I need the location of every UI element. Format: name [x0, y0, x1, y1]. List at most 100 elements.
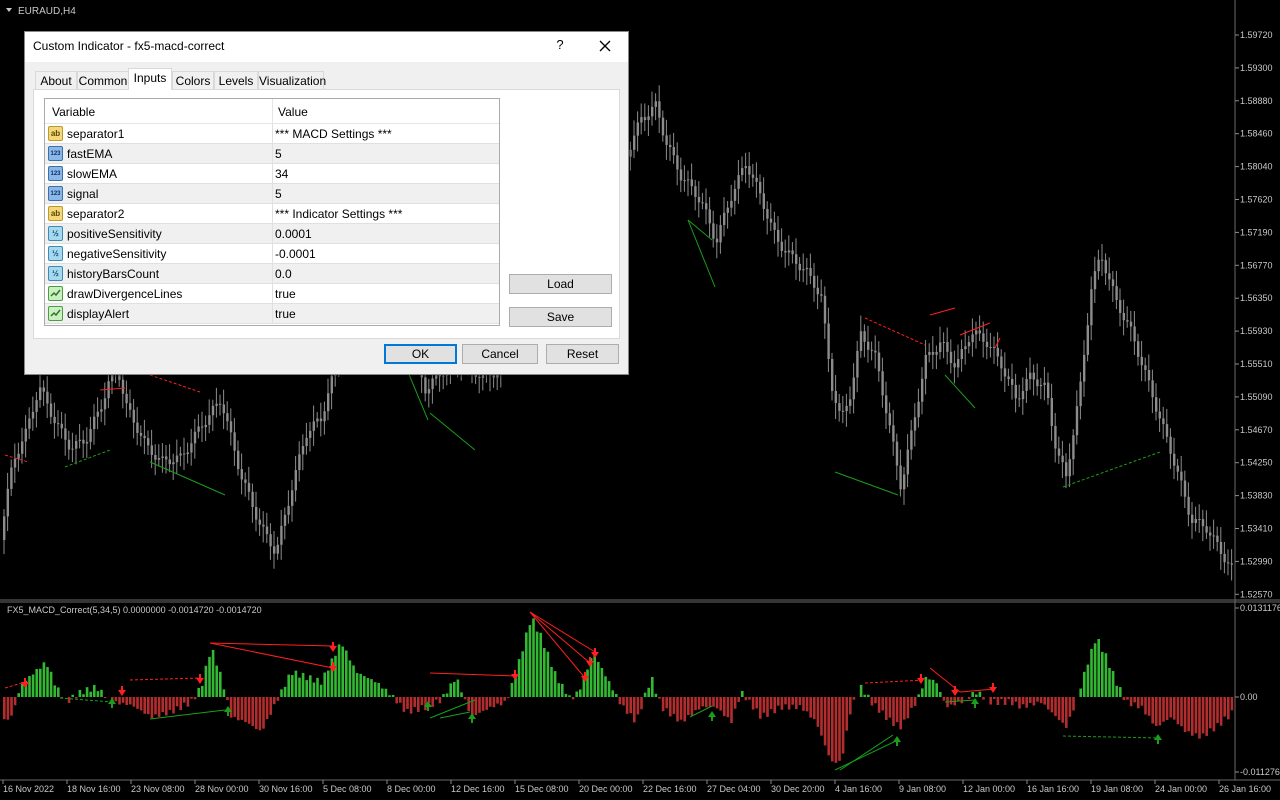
time-tick-label: 23 Nov 08:00 [131, 784, 185, 794]
tab-levels[interactable]: Levels [214, 71, 258, 89]
candle-body [49, 403, 53, 417]
histogram-bar-negative [463, 697, 467, 700]
candle-body [1209, 532, 1212, 536]
histogram-bar-negative [190, 697, 193, 699]
tab-colors[interactable]: Colors [172, 71, 214, 89]
histogram-bar-negative [1223, 697, 1226, 717]
param-row-separator1[interactable]: ab separator1 *** MACD Settings *** [45, 124, 499, 144]
histogram-bar-negative [960, 697, 964, 704]
save-button[interactable]: Save [509, 307, 612, 327]
help-button[interactable]: ? [553, 37, 567, 55]
candle-body [197, 426, 200, 432]
sell-arrow-icon [329, 642, 337, 652]
bullish-divergence-line [439, 711, 471, 719]
histogram-bar-positive [651, 677, 654, 697]
candle-body [892, 425, 895, 442]
candle-body [93, 416, 96, 430]
tab-inputs[interactable]: Inputs [128, 68, 172, 90]
histogram-bar-positive [579, 689, 582, 697]
histogram-bar-negative [121, 697, 125, 703]
param-value[interactable]: 0.0001 [275, 227, 312, 241]
chart-menu-triangle-icon[interactable] [6, 8, 12, 12]
close-icon[interactable] [595, 36, 615, 56]
ok-button[interactable]: OK [384, 344, 457, 364]
time-axis: 16 Nov 2022 18 Nov 16:00 23 Nov 08:00 28 No… [2, 780, 1271, 794]
candle-body [1151, 380, 1154, 398]
histogram-bar-negative [841, 697, 845, 754]
candle-body [186, 452, 189, 455]
histogram-bar-positive [528, 625, 532, 697]
histogram-bar-negative [1173, 697, 1176, 720]
column-value[interactable]: Value [278, 105, 308, 119]
dialog-titlebar[interactable]: Custom Indicator - fx5-macd-correct ? [25, 32, 628, 62]
histogram-bar-negative [13, 697, 17, 706]
histogram-bar-positive [309, 675, 312, 697]
candle-body [193, 431, 197, 444]
histogram-bar-positive [31, 674, 35, 697]
bool-type-icon [48, 286, 63, 301]
column-variable[interactable]: Variable [52, 105, 95, 119]
param-value[interactable]: 5 [275, 147, 282, 161]
bool-type-icon [48, 306, 63, 321]
param-value[interactable]: 0.0 [275, 267, 292, 281]
param-name: slowEMA [67, 167, 118, 181]
param-value[interactable]: true [275, 287, 296, 301]
tab-about[interactable]: About [35, 71, 77, 89]
reset-button[interactable]: Reset [546, 344, 619, 364]
candle-body [244, 479, 247, 483]
histogram-bar-negative [730, 697, 733, 724]
candle-body [1111, 279, 1115, 287]
candle-body [795, 254, 798, 264]
param-value[interactable]: 34 [275, 167, 288, 181]
histogram-bar-negative [1129, 697, 1133, 707]
load-button[interactable]: Load [509, 274, 612, 294]
param-value[interactable]: true [275, 307, 296, 321]
param-value[interactable]: 5 [275, 187, 282, 201]
time-tick-label: 15 Dec 08:00 [515, 784, 569, 794]
cancel-button[interactable]: Cancel [462, 344, 538, 364]
param-value[interactable]: *** Indicator Settings *** [275, 207, 402, 221]
candle-body [1173, 453, 1176, 466]
param-row-negativeSensitivity[interactable]: ½ negativeSensitivity -0.0001 [45, 244, 499, 264]
histogram-bar-negative [1068, 697, 1072, 717]
column-divider[interactable] [272, 99, 273, 123]
param-value[interactable]: -0.0001 [275, 247, 316, 261]
tab-visualization[interactable]: Visualization [258, 71, 326, 89]
sell-arrow-icon [196, 674, 204, 684]
time-tick-label: 30 Dec 20:00 [771, 784, 825, 794]
candle-body [1007, 376, 1010, 379]
candle-body [492, 375, 495, 378]
tab-common[interactable]: Common [77, 71, 129, 89]
histogram-bar-negative [132, 697, 136, 707]
candle-body [1043, 382, 1046, 385]
param-row-fastEMA[interactable]: 123 fastEMA 5 [45, 144, 499, 164]
param-row-slowEMA[interactable]: 123 slowEMA 34 [45, 164, 499, 184]
histogram-bar-negative [697, 697, 701, 710]
histogram-bar-positive [319, 684, 323, 697]
candle-body [813, 275, 816, 288]
histogram-bar-negative [118, 697, 121, 705]
param-row-historyBarsCount[interactable]: ½ historyBarsCount 0.0 [45, 264, 499, 284]
histogram-bar-negative [899, 697, 902, 730]
inputs-panel: Variable Value ab separator1 *** MACD Sett… [33, 89, 620, 339]
candle-body [629, 149, 632, 157]
candle-body [1086, 325, 1089, 355]
param-row-displayAlert[interactable]: displayAlert true [45, 304, 499, 324]
candle-body [1216, 535, 1219, 543]
param-value[interactable]: *** MACD Settings *** [275, 127, 392, 141]
param-row-positiveSensitivity[interactable]: ½ positiveSensitivity 0.0001 [45, 224, 499, 244]
histogram-bar-positive [215, 665, 218, 697]
candle-body [1180, 471, 1183, 481]
indicator-tick-label: -0.0112765 [1240, 767, 1280, 777]
candle-body [755, 177, 758, 182]
param-row-drawDivergenceLines[interactable]: drawDivergenceLines true [45, 284, 499, 304]
histogram-bar-negative [633, 697, 636, 723]
candle-body [949, 351, 953, 364]
candle-body [222, 404, 225, 414]
param-row-separator2[interactable]: ab separator2 *** Indicator Settings *** [45, 204, 499, 224]
bullish-divergence-line [944, 374, 976, 409]
histogram-bar-positive [85, 687, 89, 697]
param-row-signal[interactable]: 123 signal 5 [45, 184, 499, 204]
histogram-bar-negative [1227, 697, 1230, 720]
candle-body [985, 341, 989, 347]
